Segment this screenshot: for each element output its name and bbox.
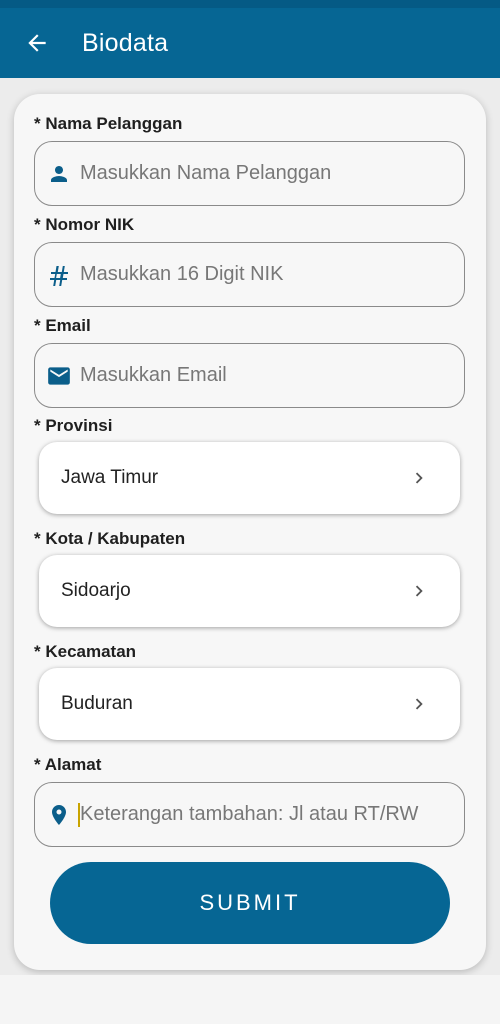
kota-label: * Kota / Kabupaten xyxy=(34,529,186,548)
chevron-right-icon xyxy=(415,698,423,710)
nama-label: * Nama Pelanggan xyxy=(34,114,183,133)
mail-icon xyxy=(46,363,72,389)
nama-field[interactable]: Masukkan Nama Pelanggan xyxy=(34,141,465,206)
page-title: Biodata xyxy=(82,28,169,57)
alamat-field[interactable]: Keterangan tambahan: Jl atau RT/RW xyxy=(34,782,465,847)
back-button[interactable] xyxy=(12,18,62,68)
back-arrow-icon xyxy=(28,34,46,52)
alamat-placeholder: Keterangan tambahan: Jl atau RT/RW xyxy=(80,803,419,825)
submit-button[interactable]: SUBMIT xyxy=(50,862,450,944)
provinsi-select[interactable]: Jawa Timur xyxy=(39,442,460,514)
email-placeholder: Masukkan Email xyxy=(80,364,227,386)
status-bar xyxy=(0,0,500,8)
nama-placeholder: Masukkan Nama Pelanggan xyxy=(80,162,332,184)
kota-select[interactable]: Sidoarjo xyxy=(39,555,460,627)
nik-field[interactable]: Masukkan 16 Digit NIK xyxy=(34,242,465,307)
nik-placeholder: Masukkan 16 Digit NIK xyxy=(80,263,284,285)
hash-icon xyxy=(46,262,72,288)
location-pin-icon xyxy=(46,802,72,828)
person-icon xyxy=(46,161,72,187)
chevron-right-icon xyxy=(415,472,423,484)
kecamatan-label: * Kecamatan xyxy=(34,642,137,661)
provinsi-value: Jawa Timur xyxy=(61,467,159,488)
alamat-label: * Alamat xyxy=(34,755,102,774)
provinsi-label: * Provinsi xyxy=(34,416,113,435)
bottom-area xyxy=(0,975,500,1024)
email-field[interactable]: Masukkan Email xyxy=(34,343,465,408)
kecamatan-select[interactable]: Buduran xyxy=(39,668,460,740)
app-bar: Biodata xyxy=(0,8,500,78)
nik-label: * Nomor NIK xyxy=(34,215,135,234)
email-label: * Email xyxy=(34,316,91,335)
biodata-form-card: * Nama Pelanggan Masukkan Nama Pelanggan… xyxy=(14,94,486,970)
kota-value: Sidoarjo xyxy=(61,580,131,601)
kecamatan-value: Buduran xyxy=(61,693,133,714)
chevron-right-icon xyxy=(415,585,423,597)
